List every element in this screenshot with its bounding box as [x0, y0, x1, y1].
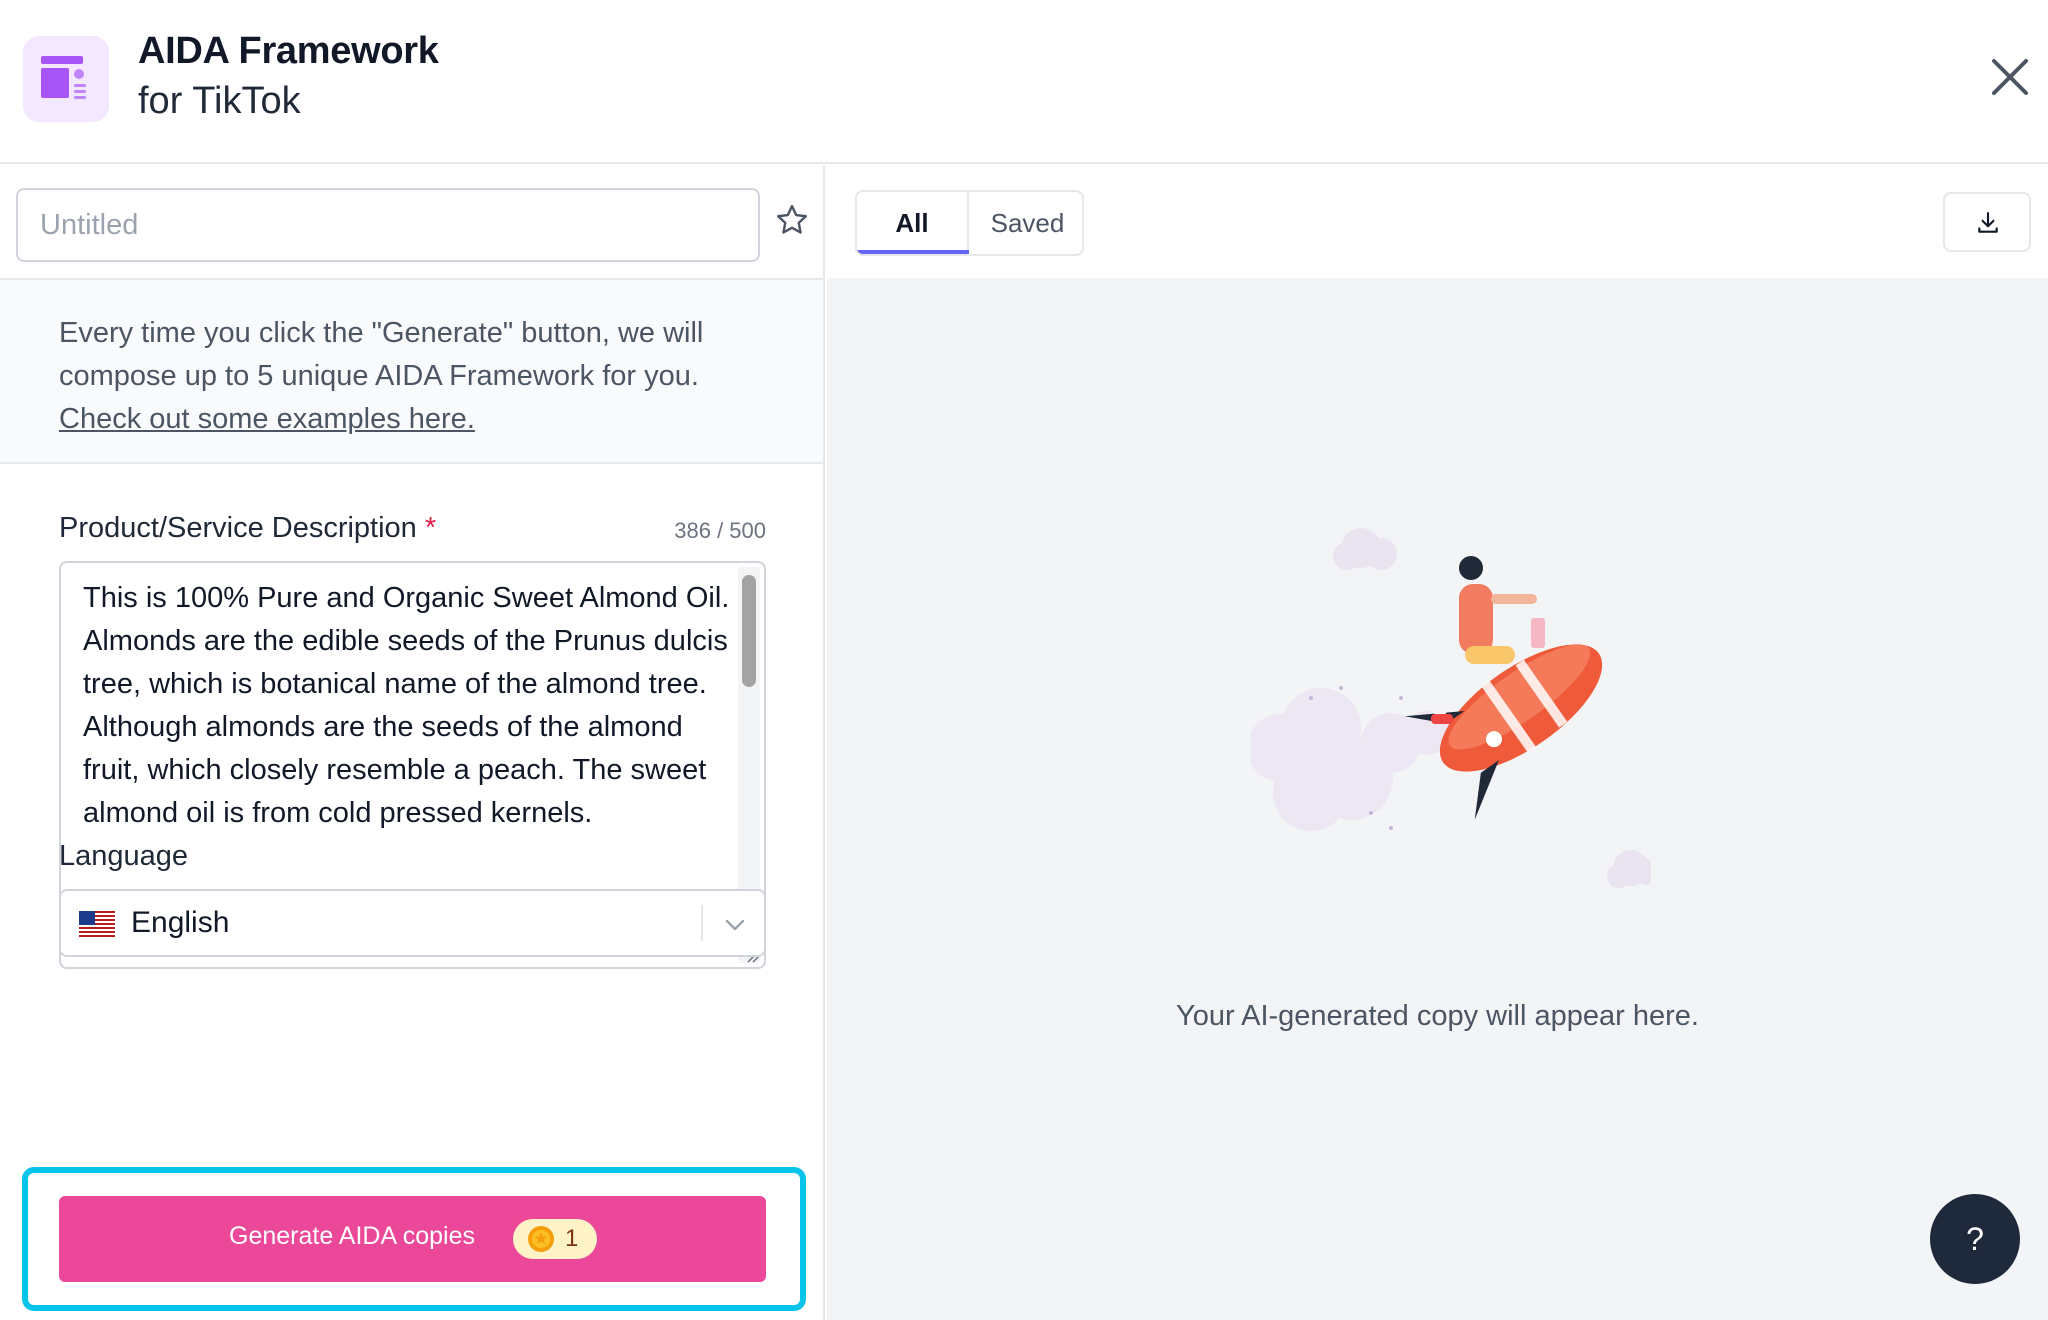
language-label: Language — [59, 840, 189, 872]
document-name-input[interactable] — [16, 188, 760, 262]
download-icon — [1978, 212, 1998, 233]
download-button[interactable] — [1943, 192, 2031, 252]
star-outline-icon — [777, 205, 807, 234]
description-label-text: Product/Service Description — [59, 512, 417, 544]
results-toolbar: All Saved — [827, 166, 2048, 278]
favorite-button[interactable] — [774, 202, 814, 242]
results-tabs: All Saved — [855, 190, 1084, 256]
info-message: Every time you click the "Generate" butt… — [59, 317, 704, 392]
info-text: Every time you click the "Generate" butt… — [59, 312, 769, 441]
credit-badge: 1 — [513, 1219, 597, 1259]
description-text[interactable]: This is 100% Pure and Organic Sweet Almo… — [83, 577, 733, 835]
credit-count: 1 — [565, 1225, 579, 1252]
description-label: Product/Service Description * — [59, 512, 436, 545]
generate-label: Generate AIDA copies — [229, 1222, 475, 1250]
results-panel: All Saved Your AI-generated copy will ap… — [827, 166, 2048, 1320]
chevron-down-icon[interactable] — [721, 911, 749, 939]
language-select[interactable]: English — [59, 889, 766, 957]
page-subtitle: for TikTok — [138, 80, 301, 122]
generate-button[interactable]: Generate AIDA copies 1 — [59, 1196, 766, 1282]
select-divider — [701, 905, 703, 941]
page-title: AIDA Framework — [138, 30, 439, 72]
us-flag-icon — [79, 911, 115, 937]
required-mark: * — [424, 512, 437, 544]
language-value: English — [131, 906, 230, 939]
rocket-illustration — [1251, 528, 1651, 888]
modal-header: AIDA Framework for TikTok — [0, 0, 2048, 164]
layout-template-icon — [23, 36, 109, 122]
help-button[interactable]: ? — [1930, 1194, 2020, 1284]
close-icon — [1992, 59, 2028, 95]
coin-icon — [528, 1226, 554, 1252]
input-panel: Every time you click the "Generate" butt… — [0, 166, 825, 1320]
examples-link[interactable]: Check out some examples here. — [59, 403, 475, 435]
character-counter: 386 / 500 — [674, 518, 766, 543]
tab-all[interactable]: All — [857, 192, 969, 254]
info-banner: Every time you click the "Generate" butt… — [0, 278, 823, 464]
empty-state-message: Your AI-generated copy will appear here. — [1176, 1000, 1699, 1032]
scrollbar-thumb[interactable] — [742, 575, 756, 687]
close-button[interactable] — [1985, 52, 2035, 102]
tab-saved[interactable]: Saved — [971, 192, 1082, 254]
